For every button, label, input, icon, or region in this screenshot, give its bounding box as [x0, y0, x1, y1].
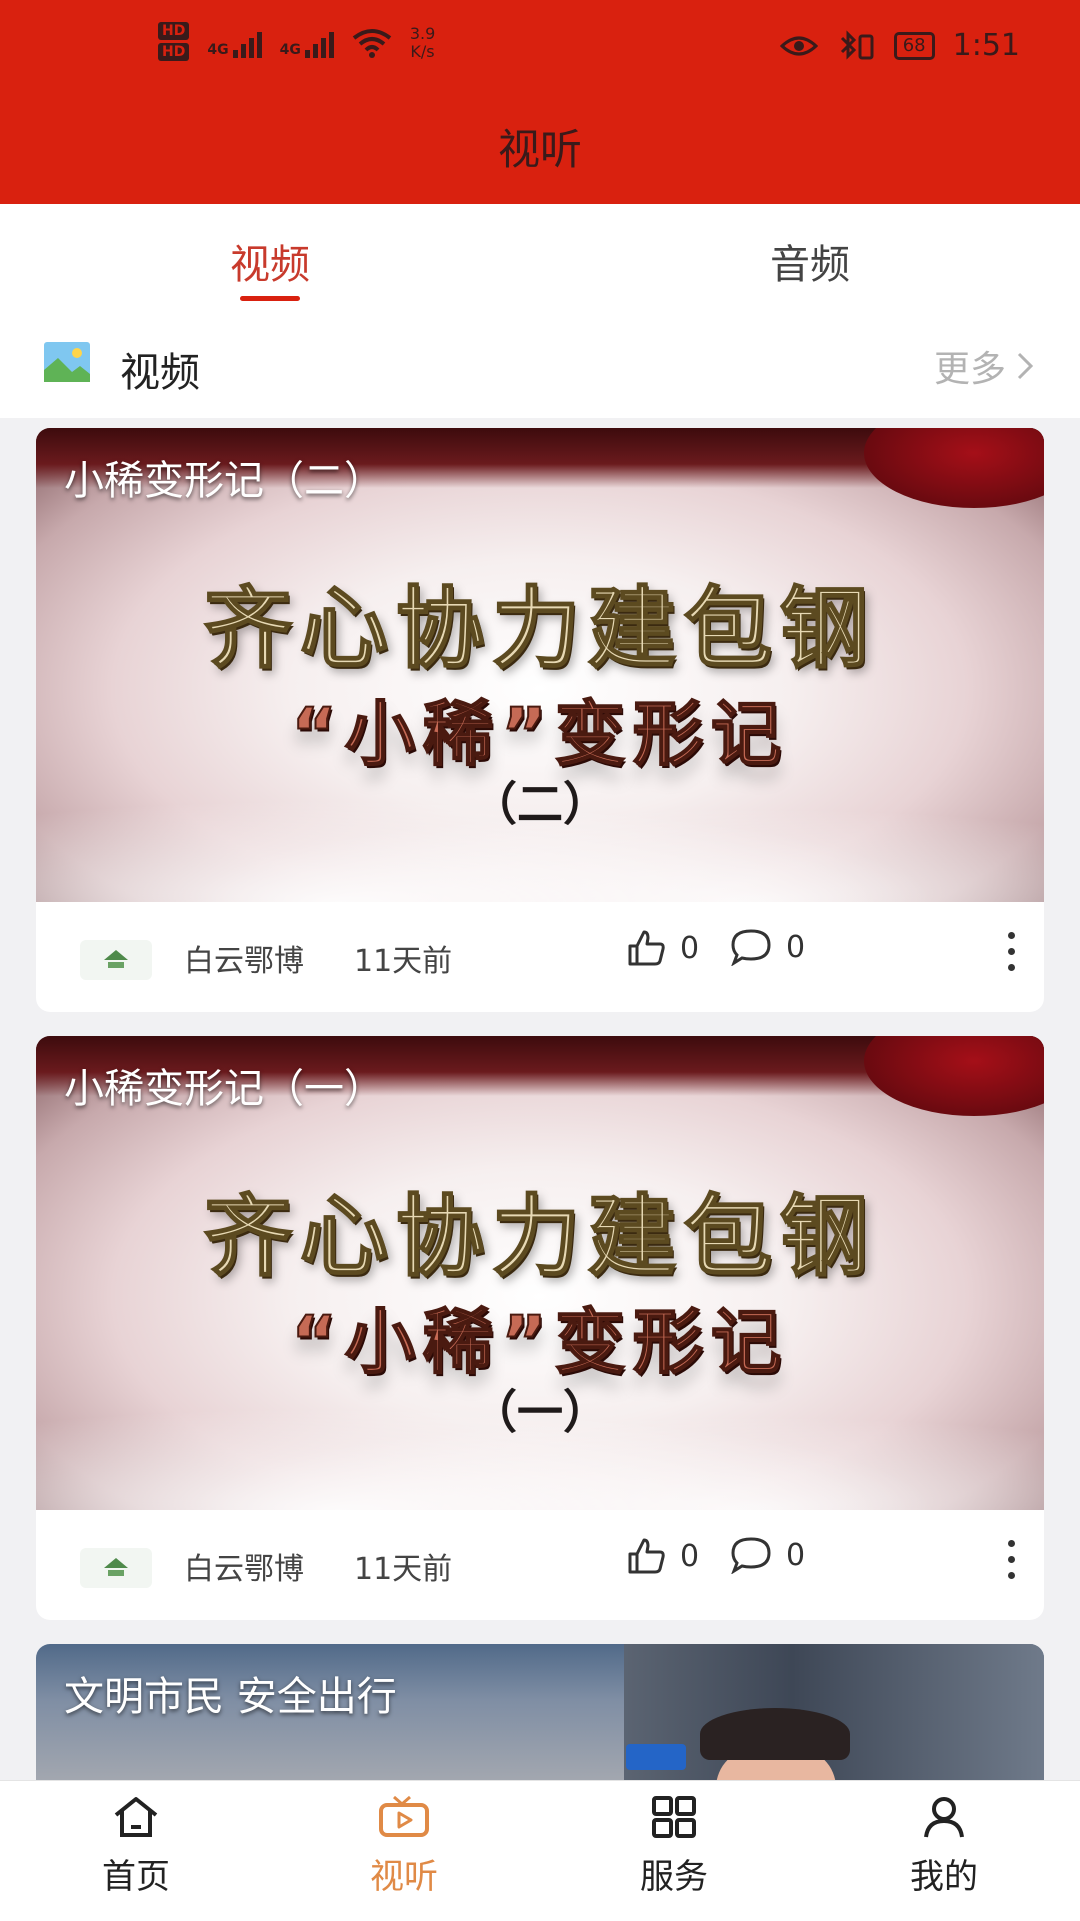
logo-icon [104, 950, 128, 968]
section-header: 视频 更多 [0, 310, 1080, 418]
like-count: 0 [680, 930, 700, 966]
thumbnail-headline: 齐心协力建包钢 [203, 576, 876, 681]
more-label: 更多 [933, 349, 1006, 390]
signal-bars-2-icon [304, 28, 334, 58]
thumbs-up-icon [628, 1538, 665, 1574]
wifi-icon [352, 29, 392, 58]
comment-count: 0 [786, 929, 806, 965]
thumbnail-subheadline: “小稀”变形记 [290, 692, 789, 776]
thumbnail-episode: （二） [471, 777, 609, 831]
video-title: 小稀变形记（二） [64, 458, 384, 504]
more-options-icon[interactable] [1006, 932, 1016, 976]
nav-home[interactable]: 首页 [56, 1795, 216, 1898]
video-thumbnail[interactable]: 文明市民 安全出行 [36, 1644, 1044, 1780]
nav-services[interactable]: 服务 [594, 1795, 754, 1898]
author-name[interactable]: 白云鄂博 [184, 936, 304, 980]
grid-icon [652, 1796, 696, 1838]
active-tab-indicator [240, 296, 300, 301]
nav-profile[interactable]: 我的 [864, 1795, 1024, 1898]
logo-icon [104, 1558, 128, 1576]
comment-button[interactable]: 0 [730, 1536, 805, 1574]
thumbnail-road-sign [626, 1744, 686, 1770]
video-meta: 白云鄂博 11天前 0 0 [36, 902, 1044, 1012]
hd-indicator: HD HD [158, 22, 190, 64]
chevron-right-icon [1017, 352, 1034, 380]
comment-count: 0 [786, 1537, 806, 1573]
net-speed-unit: K/s [410, 42, 435, 61]
video-card[interactable]: 小稀变形记（二） 齐心协力建包钢 “小稀”变形记 （二） 白云鄂博 11天前 0… [36, 428, 1044, 1012]
like-button[interactable]: 0 [626, 1536, 699, 1576]
home-icon [114, 1797, 158, 1837]
signal-bars-1-icon [232, 28, 262, 58]
more-link[interactable]: 更多 [934, 340, 1034, 392]
nav-media-label: 视听 [370, 1857, 438, 1897]
comment-icon [731, 1537, 771, 1574]
eye-icon [779, 36, 818, 55]
video-meta: 白云鄂博 11天前 0 0 [36, 1510, 1044, 1620]
section-title: 视频 [120, 350, 200, 396]
status-left: HD HD 4G 4G 3.9 K/s [158, 22, 435, 64]
thumbnail-hat [700, 1708, 850, 1760]
hd-badge-2: HD [158, 43, 190, 61]
tv-icon [379, 1795, 429, 1837]
thumbs-up-icon [628, 930, 665, 966]
post-time: 11天前 [354, 1552, 453, 1587]
person-icon [924, 1797, 964, 1838]
like-count: 0 [680, 1538, 700, 1574]
tab-video[interactable]: 视频 [120, 232, 420, 290]
tab-audio[interactable]: 音频 [660, 232, 960, 290]
post-time: 11天前 [354, 944, 453, 979]
comment-button[interactable]: 0 [730, 928, 805, 966]
nav-home-label: 首页 [102, 1857, 170, 1897]
like-button[interactable]: 0 [626, 928, 699, 968]
tab-bar: 视频 音频 [0, 204, 1080, 310]
page-title: 视听 [497, 125, 582, 174]
bottom-nav: 首页 视听 服务 我的 [0, 1780, 1080, 1921]
signal-1: 4G [207, 28, 262, 58]
hd-badge-1: HD [158, 22, 190, 40]
video-thumbnail[interactable]: 小稀变形记（一） 齐心协力建包钢 “小稀”变形记 （一） [36, 1036, 1044, 1510]
more-options-icon[interactable] [1006, 1540, 1016, 1584]
status-time: 1:51 [952, 28, 1020, 63]
net-type-1: 4G [207, 42, 229, 58]
nav-profile-label: 我的 [910, 1857, 978, 1897]
comment-icon [731, 929, 771, 966]
image-icon [44, 342, 90, 382]
author-avatar[interactable] [80, 1548, 152, 1588]
thumbnail-subheadline: “小稀”变形记 [290, 1300, 789, 1384]
thumbnail-headline: 齐心协力建包钢 [203, 1184, 876, 1289]
nav-media[interactable]: 视听 [324, 1795, 484, 1898]
video-card[interactable]: 文明市民 安全出行 [36, 1644, 1044, 1780]
video-title: 小稀变形记（一） [64, 1066, 384, 1112]
video-title: 文明市民 安全出行 [64, 1674, 397, 1720]
status-bar: HD HD 4G 4G 3.9 K/s 68 1:51 [0, 0, 1080, 104]
thumbnail-curtain-accent [864, 428, 1044, 508]
thumbnail-episode: （一） [471, 1385, 609, 1439]
video-card[interactable]: 小稀变形记（一） 齐心协力建包钢 “小稀”变形记 （一） 白云鄂博 11天前 0… [36, 1036, 1044, 1620]
thumbnail-curtain-accent [864, 1036, 1044, 1116]
net-speed: 3.9 K/s [410, 25, 435, 61]
top-bar: HD HD 4G 4G 3.9 K/s 68 1:51 视听 [0, 0, 1080, 204]
video-thumbnail[interactable]: 小稀变形记（二） 齐心协力建包钢 “小稀”变形记 （二） [36, 428, 1044, 902]
battery-indicator: 68 [893, 31, 935, 60]
bluetooth-icon [840, 29, 874, 60]
nav-services-label: 服务 [640, 1857, 708, 1897]
author-name[interactable]: 白云鄂博 [184, 1544, 304, 1588]
net-type-2: 4G [279, 42, 301, 58]
signal-2: 4G [280, 28, 334, 58]
author-avatar[interactable] [80, 940, 152, 980]
net-speed-value: 3.9 [409, 24, 436, 43]
status-right: 68 1:51 [779, 28, 1020, 63]
